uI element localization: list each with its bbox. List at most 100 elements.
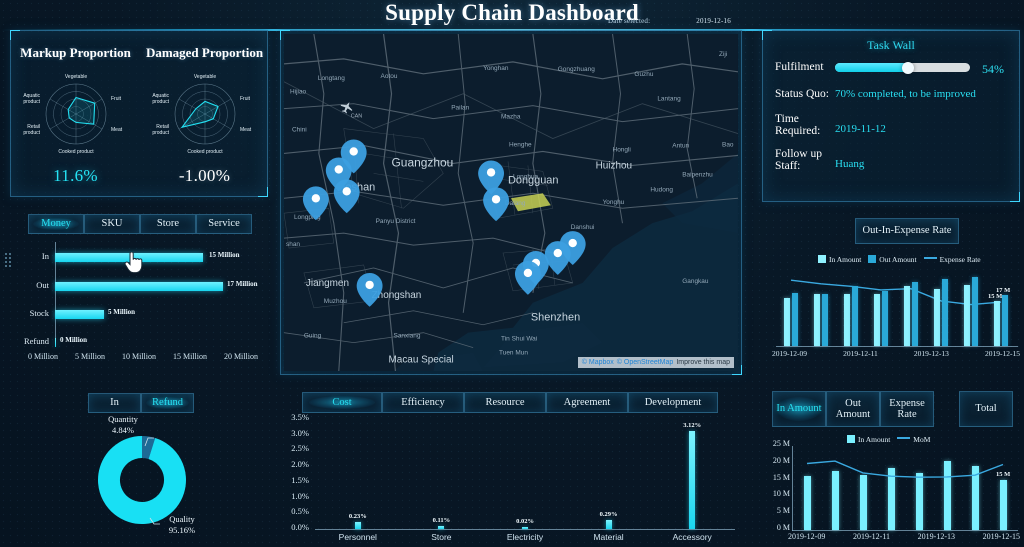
tab-out-amount-label: Out Amount (835, 397, 871, 420)
tab-in-label: In (110, 397, 119, 409)
amount-y-tick: 0 M (776, 523, 790, 532)
expense-rate-chart: 15 M 17 M (776, 268, 1016, 346)
expense-rate-section: Out-In-Expense Rate In Amount Out Amount… (762, 210, 1020, 375)
cost-y-tick: 3.0% (291, 427, 309, 438)
map-town-label: Panyu District (376, 218, 416, 225)
amount-xtick-2: 2019-12-13 (917, 532, 955, 541)
tab-agreement[interactable]: Agreement (546, 392, 628, 413)
tab-efficiency[interactable]: Efficiency (382, 392, 464, 413)
legend-amount-in-swatch (847, 435, 855, 443)
cost-x-tick: Electricity (506, 532, 544, 542)
tab-refund-label: Refund (152, 397, 183, 409)
legend-out-amount-swatch (868, 255, 877, 263)
mouse-cursor-pointer (124, 252, 143, 274)
svg-text:product: product (23, 99, 40, 105)
tab-sku[interactable]: SKU (84, 214, 140, 234)
status-quo-value: 70% completed, to be improved (835, 88, 976, 100)
map-town-label: shan (286, 241, 300, 248)
cost-y-axis-labels: 0.0% 0.5% 1.0% 1.5% 2.0% 2.5% 3.0% 3.5% (280, 412, 312, 532)
svg-text:Meat: Meat (240, 127, 252, 133)
cost-bar-value-label: 0.23% (348, 512, 367, 520)
donut-label-quality: Quality 95.16% (154, 514, 210, 535)
status-quo-label: Status Quo: (775, 88, 829, 100)
amount-y-tick: 25 M (772, 439, 790, 448)
map-town-label: Danshui (571, 224, 595, 231)
fulfilment-progress-knob[interactable] (901, 61, 914, 74)
cost-tab-strip[interactable]: Cost Efficiency Resource Agreement Devel… (302, 392, 718, 413)
tab-store[interactable]: Store (140, 214, 196, 234)
markup-proportion-value: 11.6% (53, 166, 98, 185)
damaged-proportion-title: Damaged Proportion (145, 45, 264, 60)
bar-label-out: Out (36, 280, 49, 290)
tab-resource[interactable]: Resource (464, 392, 546, 413)
refund-tab-strip[interactable]: In Refund (88, 393, 194, 413)
amount-tab-strip[interactable]: In Amount Out Amount Expense Rate Total (772, 391, 1013, 427)
cost-section: Cost Efficiency Resource Agreement Devel… (280, 390, 742, 547)
tab-service[interactable]: Service (196, 214, 252, 234)
amount-y-tick: 15 M (772, 472, 790, 482)
map-city-label: Jiangmen (306, 278, 349, 289)
amount-xtick-1: 2019-12-11 (852, 532, 891, 541)
tab-cost[interactable]: Cost (302, 392, 382, 413)
mapbox-link[interactable]: © Mapbox (582, 359, 614, 366)
map-city-label: Shenzhen (531, 312, 580, 324)
cost-bar-value-label: 0.02% (516, 517, 534, 525)
tab-in-amount[interactable]: In Amount (772, 391, 826, 427)
bar-fill-out (55, 282, 223, 291)
task-status-row: Status Quo: 70% completed, to be improve… (775, 88, 1011, 102)
amount-legend: In Amount MoM (847, 435, 930, 444)
map-panel[interactable]: GuangzhouFoshanDongguanShenzhenZhongshan… (280, 30, 742, 375)
svg-text:Fruit: Fruit (240, 96, 251, 102)
map-town-label: Tuen Mun (499, 350, 528, 357)
expense-bar (814, 293, 820, 346)
panel-drag-handle[interactable] (4, 252, 12, 268)
markup-proportion-title: Markup Proportion (20, 45, 131, 60)
tab-service-label: Service (208, 218, 240, 230)
fulfilment-progress-slider[interactable] (835, 61, 970, 74)
expense-bar (784, 298, 790, 346)
cost-y-tick: 0.0% (291, 522, 309, 532)
expense-bar (874, 294, 880, 346)
date-selector[interactable]: Date selected: 2019-12-16 (608, 17, 838, 25)
time-required-label: Time Required: (775, 113, 821, 138)
openstreetmap-link[interactable]: © OpenStreetMap (617, 359, 674, 366)
tab-total[interactable]: Total (959, 391, 1013, 427)
amount-y-tick: 10 M (772, 489, 790, 499)
xtick-3: 15 Million (172, 352, 207, 361)
cost-y-tick: 2.0% (291, 459, 309, 470)
cost-y-tick: 2.5% (291, 443, 309, 454)
map-graphics: GuangzhouFoshanDongguanShenzhenZhongshan… (284, 34, 738, 371)
damaged-proportion-value: -1.00% (178, 166, 231, 185)
cost-bar (605, 519, 612, 529)
tab-money[interactable]: Money (28, 214, 84, 234)
map-town-label: Ziji (719, 51, 727, 58)
money-x-axis-ticks: 0 Million 5 Million 10 Million 15 Millio… (28, 352, 258, 361)
damaged-proportion-card: Damaged Proportion Vegetable Fruit Meat … (140, 31, 269, 198)
map-city-label: Guangzhou (392, 155, 454, 169)
expense-bar-value-label: 17 M (996, 287, 1011, 294)
map-town-label: Baipenzhu (682, 171, 713, 178)
expense-x-tick-labels: 2019-12-09 2019-12-11 2019-12-13 2019-12… (772, 349, 1020, 358)
map-canvas[interactable]: GuangzhouFoshanDongguanShenzhenZhongshan… (284, 34, 738, 371)
cost-x-axis-labels: Personnel Store Electricity Material Accesso… (316, 532, 734, 546)
tab-in[interactable]: In (88, 393, 141, 413)
cost-x-tick: Personnel (338, 532, 377, 542)
tab-money-label: Money (41, 218, 71, 230)
followup-staff-value: Huang (835, 158, 865, 170)
cost-y-tick: 0.5% (291, 506, 309, 517)
bar-row-stock: Stock 5 Million (30, 308, 135, 319)
tab-refund[interactable]: Refund (141, 393, 194, 413)
tab-expense-rate-label: Expense Rate (889, 397, 925, 420)
tab-development[interactable]: Development (628, 392, 718, 413)
fulfilment-progress-fill (835, 63, 908, 72)
tab-expense-rate[interactable]: Expense Rate (880, 391, 934, 427)
improve-map-link[interactable]: Improve this map (676, 359, 730, 366)
tab-out-amount[interactable]: Out Amount (826, 391, 880, 427)
money-tab-strip[interactable]: Money SKU Store Service (28, 214, 252, 234)
map-attribution[interactable]: © Mapbox © OpenStreetMap Improve this ma… (577, 357, 734, 368)
out-in-expense-rate-button[interactable]: Out-In-Expense Rate (855, 218, 959, 244)
bar-value-out: 17 Million (227, 279, 258, 288)
map-town-label: Pailan (451, 105, 469, 112)
amount-x-tick-labels: 2019-12-09 2019-12-11 2019-12-13 2019-12… (788, 532, 1020, 541)
amount-xtick-3: 2019-12-15 (982, 532, 1020, 541)
